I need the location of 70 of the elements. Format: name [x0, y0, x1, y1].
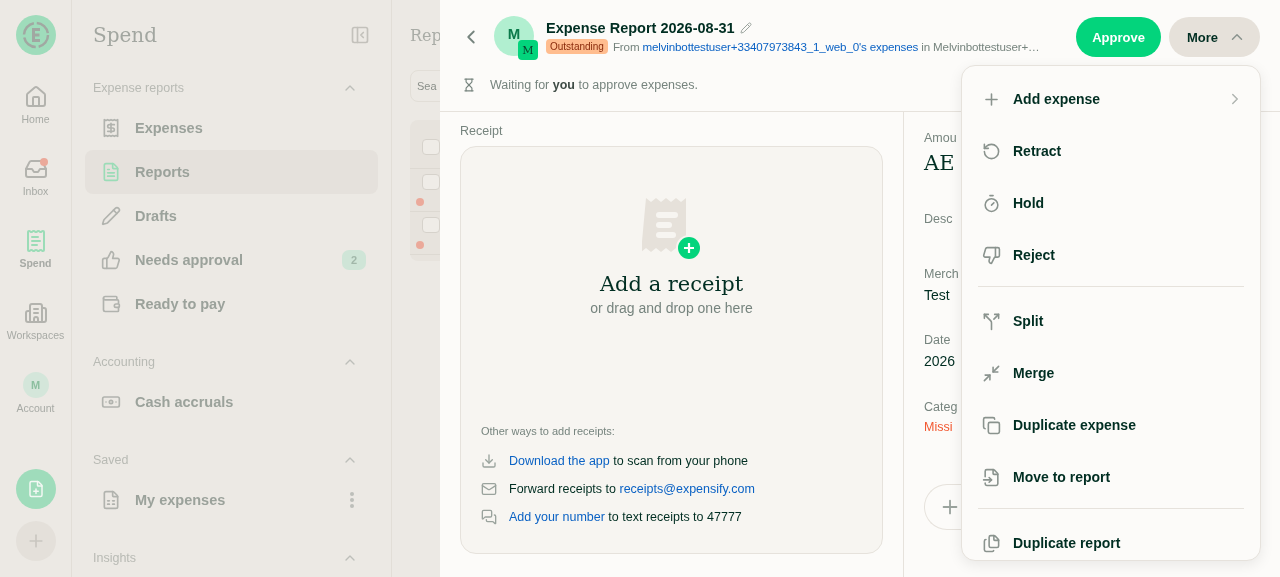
- waiting-notice: Waiting for you to approve expenses.: [490, 78, 698, 92]
- receipt-option-text: Download the app to scan from your phone: [509, 454, 749, 468]
- field-value: Test: [924, 287, 950, 303]
- new-expense-button[interactable]: [15, 469, 56, 509]
- other-ways-title: Other ways to add receipts:: [481, 425, 616, 437]
- add-receipt-heading: Add a receipt: [599, 272, 744, 296]
- add-button[interactable]: [15, 521, 56, 561]
- file-plus-icon: [26, 480, 45, 498]
- split-icon: [982, 311, 1001, 331]
- menu-item[interactable]: Merge: [978, 347, 1244, 399]
- more-icon[interactable]: [350, 492, 354, 508]
- chat-icon: [481, 509, 497, 525]
- pencil-icon: [101, 206, 121, 226]
- option-link[interactable]: Download the app: [509, 454, 610, 468]
- more-button[interactable]: More: [1168, 17, 1260, 57]
- menu-item[interactable]: Split: [978, 295, 1244, 347]
- document-icon: [101, 162, 121, 182]
- sidebar-title: Spend: [93, 23, 158, 47]
- merge-icon: [982, 363, 1001, 383]
- collapse-icon: [350, 25, 370, 45]
- undo-icon: [982, 141, 1001, 161]
- field-value: 2026: [924, 353, 956, 369]
- row-checkbox[interactable]: [422, 139, 440, 155]
- building-icon: [23, 301, 48, 325]
- pencil-icon: [739, 22, 752, 34]
- menu-item[interactable]: Add expense: [978, 73, 1244, 125]
- field-label: Categ: [924, 400, 958, 414]
- mail-icon: [481, 481, 497, 497]
- field-label: Amou: [924, 131, 957, 145]
- files-icon: [982, 533, 1001, 553]
- status-badge: Outstanding: [546, 39, 608, 54]
- field-label: Date: [924, 333, 951, 347]
- drag-drop-hint: or drag and drop one here: [590, 300, 753, 316]
- field-label: Desc: [924, 212, 953, 226]
- inbox-icon: [23, 157, 48, 181]
- field-value: Missi: [924, 420, 953, 434]
- menu-item[interactable]: Move to report: [978, 451, 1244, 503]
- hourglass-icon: [462, 78, 476, 92]
- menu-item[interactable]: Hold: [978, 177, 1244, 229]
- receipt-label: Receipt: [460, 124, 504, 138]
- report-title: Expense Report 2026-08-31: [546, 20, 735, 36]
- avatar-icon: M: [22, 372, 49, 398]
- menu-item[interactable]: Duplicate expense: [978, 399, 1244, 451]
- menu-item[interactable]: Retract: [978, 125, 1244, 177]
- expenses-link[interactable]: melvinbottestuser+33407973843_1_web_0's expenses: [642, 40, 919, 53]
- thumbs-down-icon: [982, 245, 1001, 265]
- receipt-icon: [101, 118, 121, 138]
- workspace-avatar: M: [518, 40, 538, 60]
- logo-icon[interactable]: [15, 15, 56, 55]
- receipt-option-text: Forward receipts to receipts@expensify.com: [509, 482, 755, 496]
- download-icon: [481, 453, 497, 469]
- row-checkbox[interactable]: [422, 174, 440, 190]
- receipt-drop-zone[interactable]: Add a receipt or drag and drop one here Other ways to add receipts: Download the app to scan from your phone Forward receipts to receipts@expensify.com Add your number to text receipts to 47777: [460, 146, 883, 554]
- copy-icon: [982, 415, 1001, 435]
- thumbs-up-icon: [101, 250, 121, 270]
- receipt-option-text: Add your number to text receipts to 47777: [509, 510, 742, 524]
- wallet-icon: [101, 294, 121, 314]
- report-source-text: From melvinbottestuser+33407973843_1_web_0's expenses in Melvinbottestuser+…: [612, 40, 1040, 53]
- receipt-add-icon: [641, 196, 702, 262]
- file-arrow-icon: [982, 467, 1001, 487]
- option-link[interactable]: Add your number: [509, 510, 605, 524]
- house-icon: [23, 85, 48, 109]
- field-value: AE: [924, 151, 955, 175]
- row-checkbox[interactable]: [422, 217, 440, 233]
- spreadsheet-icon: [101, 490, 121, 510]
- menu-item[interactable]: Reject: [978, 229, 1244, 281]
- field-label: Merch: [924, 267, 959, 281]
- option-link[interactable]: receipts@expensify.com: [619, 482, 755, 496]
- menu-item[interactable]: Duplicate report: [978, 517, 1244, 560]
- timer-icon: [982, 193, 1001, 213]
